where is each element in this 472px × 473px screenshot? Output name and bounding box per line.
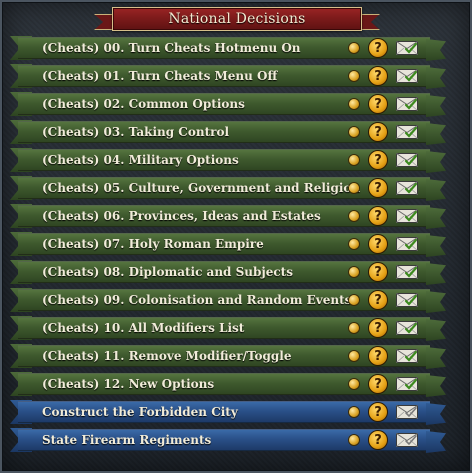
decision-label[interactable]: (Cheats) 03. Taking Control bbox=[42, 120, 229, 144]
gold-dot-icon bbox=[349, 99, 359, 109]
envelope-check-icon[interactable] bbox=[396, 125, 418, 139]
question-icon[interactable]: ? bbox=[368, 66, 388, 86]
decision-row[interactable]: (Cheats) 09. Colonisation and Random Eve… bbox=[10, 288, 450, 313]
envelope-check-icon[interactable] bbox=[396, 265, 418, 279]
decision-label[interactable]: (Cheats) 12. New Options bbox=[42, 372, 214, 396]
panel-title: National Decisions bbox=[168, 11, 306, 27]
decision-row[interactable]: (Cheats) 07. Holy Roman Empire ? bbox=[10, 232, 450, 257]
gold-dot-icon bbox=[349, 295, 359, 305]
question-icon[interactable]: ? bbox=[368, 206, 388, 226]
banner-right-tail bbox=[426, 403, 446, 425]
question-icon[interactable]: ? bbox=[368, 318, 388, 338]
envelope-check-icon[interactable] bbox=[396, 181, 418, 195]
decision-row[interactable]: (Cheats) 10. All Modifiers List ? bbox=[10, 316, 450, 341]
gold-dot-icon bbox=[349, 407, 359, 417]
banner-right-tail bbox=[426, 179, 446, 201]
banner-right-tail bbox=[426, 151, 446, 173]
banner-right-tail bbox=[426, 291, 446, 313]
decisions-panel: National Decisions (Cheats) 00. Turn Che… bbox=[0, 0, 472, 473]
decision-row[interactable]: Construct the Forbidden City ? bbox=[10, 400, 450, 425]
decision-row[interactable]: (Cheats) 08. Diplomatic and Subjects ? bbox=[10, 260, 450, 285]
decision-label[interactable]: (Cheats) 06. Provinces, Ideas and Estate… bbox=[42, 204, 321, 228]
banner-right-tail bbox=[426, 235, 446, 257]
envelope-check-icon[interactable] bbox=[396, 97, 418, 111]
decision-row[interactable]: (Cheats) 04. Military Options ? bbox=[10, 148, 450, 173]
gold-dot-icon bbox=[349, 127, 359, 137]
banner-right-tail bbox=[426, 123, 446, 145]
question-icon[interactable]: ? bbox=[368, 150, 388, 170]
gold-dot-icon bbox=[349, 183, 359, 193]
title-banner: National Decisions bbox=[94, 5, 380, 33]
decision-row[interactable]: (Cheats) 05. Culture, Government and Rel… bbox=[10, 176, 450, 201]
envelope-check-icon[interactable] bbox=[396, 237, 418, 251]
decision-row[interactable]: (Cheats) 11. Remove Modifier/Toggle ? bbox=[10, 344, 450, 369]
envelope-check-icon[interactable] bbox=[396, 433, 418, 447]
banner-right-tail bbox=[426, 375, 446, 397]
envelope-check-icon[interactable] bbox=[396, 377, 418, 391]
decision-row[interactable]: State Firearm Regiments ? bbox=[10, 428, 450, 453]
decision-row[interactable]: (Cheats) 12. New Options ? bbox=[10, 372, 450, 397]
envelope-check-icon[interactable] bbox=[396, 69, 418, 83]
decision-label[interactable]: (Cheats) 05. Culture, Government and Rel… bbox=[42, 176, 360, 200]
decision-label[interactable]: State Firearm Regiments bbox=[42, 428, 211, 452]
envelope-check-icon[interactable] bbox=[396, 405, 418, 419]
title-plate: National Decisions bbox=[112, 7, 362, 31]
banner-right-tail bbox=[426, 67, 446, 89]
banner-right-tail bbox=[426, 207, 446, 229]
banner-right-tail bbox=[426, 431, 446, 453]
question-icon[interactable]: ? bbox=[368, 374, 388, 394]
question-icon[interactable]: ? bbox=[368, 430, 388, 450]
gold-dot-icon bbox=[349, 43, 359, 53]
question-icon[interactable]: ? bbox=[368, 262, 388, 282]
envelope-check-icon[interactable] bbox=[396, 321, 418, 335]
gold-dot-icon bbox=[349, 435, 359, 445]
envelope-check-icon[interactable] bbox=[396, 209, 418, 223]
envelope-check-icon[interactable] bbox=[396, 293, 418, 307]
gold-dot-icon bbox=[349, 71, 359, 81]
question-icon[interactable]: ? bbox=[368, 290, 388, 310]
question-icon[interactable]: ? bbox=[368, 402, 388, 422]
decision-row[interactable]: (Cheats) 01. Turn Cheats Menu Off ? bbox=[10, 64, 450, 89]
gold-dot-icon bbox=[349, 211, 359, 221]
decision-label[interactable]: (Cheats) 00. Turn Cheats Hotmenu On bbox=[42, 36, 301, 60]
envelope-check-icon[interactable] bbox=[396, 349, 418, 363]
gold-dot-icon bbox=[349, 379, 359, 389]
decision-label[interactable]: (Cheats) 08. Diplomatic and Subjects bbox=[42, 260, 293, 284]
envelope-check-icon[interactable] bbox=[396, 153, 418, 167]
decision-label[interactable]: (Cheats) 01. Turn Cheats Menu Off bbox=[42, 64, 277, 88]
decision-label[interactable]: (Cheats) 09. Colonisation and Random Eve… bbox=[42, 288, 351, 312]
decision-row[interactable]: (Cheats) 00. Turn Cheats Hotmenu On ? bbox=[10, 36, 450, 61]
gold-dot-icon bbox=[349, 239, 359, 249]
decision-label[interactable]: (Cheats) 04. Military Options bbox=[42, 148, 239, 172]
decision-row[interactable]: (Cheats) 06. Provinces, Ideas and Estate… bbox=[10, 204, 450, 229]
banner-right-tail bbox=[426, 347, 446, 369]
gold-dot-icon bbox=[349, 351, 359, 361]
question-icon[interactable]: ? bbox=[368, 94, 388, 114]
decision-label[interactable]: (Cheats) 11. Remove Modifier/Toggle bbox=[42, 344, 292, 368]
gold-dot-icon bbox=[349, 155, 359, 165]
decision-label[interactable]: (Cheats) 07. Holy Roman Empire bbox=[42, 232, 264, 256]
question-icon[interactable]: ? bbox=[368, 38, 388, 58]
banner-right-tail bbox=[426, 39, 446, 61]
decision-list: (Cheats) 00. Turn Cheats Hotmenu On ? (C… bbox=[10, 36, 450, 456]
banner-right-tail bbox=[426, 319, 446, 341]
decision-label[interactable]: (Cheats) 02. Common Options bbox=[42, 92, 245, 116]
gold-dot-icon bbox=[349, 267, 359, 277]
question-icon[interactable]: ? bbox=[368, 122, 388, 142]
gold-dot-icon bbox=[349, 323, 359, 333]
banner-right-tail bbox=[426, 95, 446, 117]
decision-row[interactable]: (Cheats) 02. Common Options ? bbox=[10, 92, 450, 117]
envelope-check-icon[interactable] bbox=[396, 41, 418, 55]
question-icon[interactable]: ? bbox=[368, 234, 388, 254]
question-icon[interactable]: ? bbox=[368, 346, 388, 366]
question-icon[interactable]: ? bbox=[368, 178, 388, 198]
decision-row[interactable]: (Cheats) 03. Taking Control ? bbox=[10, 120, 450, 145]
decision-label[interactable]: (Cheats) 10. All Modifiers List bbox=[42, 316, 244, 340]
banner-right-tail bbox=[426, 263, 446, 285]
decision-label[interactable]: Construct the Forbidden City bbox=[42, 400, 238, 424]
